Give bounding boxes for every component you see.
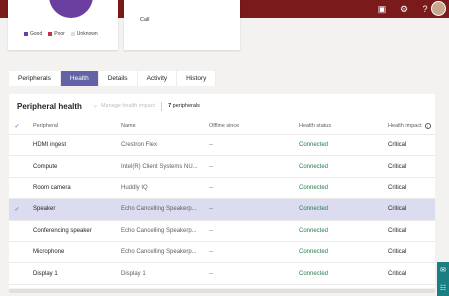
column-header-peripheral[interactable]: Peripheral [33, 118, 113, 134]
column-header-name[interactable]: Name [121, 118, 206, 134]
impact-header-label: Health impact [388, 123, 422, 129]
table-row[interactable]: ✓ Speaker Echo Cancelling Speakerp... -- Con… [9, 199, 435, 221]
column-header-health-status[interactable]: Health status [299, 118, 379, 134]
tab-activity[interactable]: Activity [137, 71, 178, 86]
legend-swatch [24, 31, 28, 36]
cell-peripheral: Display 1 [33, 270, 58, 277]
cell-health-impact: Critical [388, 142, 407, 149]
health-summary-card: Good Poor Unknown [8, 0, 118, 50]
cell-health-status: Connected [299, 249, 329, 256]
cell-health-impact: Critical [388, 163, 407, 170]
peripheral-health-panel: Peripheral health ▿ Manage health impact… [9, 94, 435, 288]
cell-name: Echo Cancelling Speakerp... [121, 227, 197, 234]
cell-peripheral: Microphone [33, 249, 65, 256]
cell-peripheral: Conferencing speaker [33, 227, 92, 234]
cell-offline-since: -- [209, 270, 213, 277]
tab-peripherals[interactable]: Peripherals [9, 71, 61, 86]
cell-peripheral: Compute [33, 163, 58, 170]
cell-health-impact: Critical [388, 227, 407, 234]
column-header-health-impact[interactable]: Health impact i [388, 118, 434, 134]
cell-peripheral: HDMI ingest [33, 142, 67, 149]
table-row[interactable]: Conferencing speaker Echo Cancelling Spea… [9, 221, 435, 242]
cell-health-status: Connected [299, 227, 329, 234]
gear-icon[interactable]: ⚙ [397, 2, 411, 16]
cell-health-status: Connected [299, 184, 329, 191]
chat-icon[interactable]: ✉ [437, 262, 449, 280]
info-icon[interactable]: i [424, 123, 431, 129]
count-number: 7 [168, 103, 172, 109]
calendar-icon[interactable]: ▣ [375, 2, 389, 16]
tab-details[interactable]: Details [98, 71, 138, 86]
peripheral-table: ✓ Peripheral Name Offline since Health s… [9, 118, 435, 285]
row-checkbox[interactable] [12, 135, 22, 155]
cell-name: Huddly IQ [121, 184, 148, 191]
cell-health-impact: Critical [388, 206, 407, 213]
call-summary-card: Call [124, 0, 240, 50]
cell-name: Intel(R) Client Systems NU... [121, 163, 198, 170]
count-text: peripherals [172, 103, 200, 109]
cell-peripheral: Speaker [33, 206, 56, 213]
select-all-checkbox[interactable]: ✓ [12, 118, 22, 134]
cell-health-impact: Critical [388, 270, 407, 277]
cell-offline-since: -- [209, 142, 213, 149]
donut-legend: Good Poor Unknown [24, 31, 98, 37]
call-label: Call [140, 17, 150, 23]
cell-offline-since: -- [209, 206, 213, 213]
cell-name: Echo Cancelling Speakerp... [121, 249, 197, 256]
help-icon[interactable]: ? [418, 2, 432, 16]
legend-label: Poor [54, 31, 65, 37]
manage-health-impact-button[interactable]: ▿ Manage health impact [94, 103, 155, 110]
legend-swatch [48, 31, 53, 36]
row-checkbox[interactable] [12, 263, 22, 283]
cell-health-status: Connected [299, 206, 329, 213]
tab-history[interactable]: History [177, 71, 217, 86]
row-checkbox[interactable]: ✓ [12, 199, 22, 219]
table-row[interactable]: Microphone Echo Cancelling Speakerp... -- C… [9, 242, 435, 264]
peripheral-count: 7 peripherals [168, 103, 200, 109]
tab-health[interactable]: Health [60, 71, 99, 86]
health-donut-chart [49, 0, 93, 18]
cell-name: Crestron Flex [121, 142, 158, 149]
legend-item-good: Good [24, 31, 42, 37]
legend-item-unknown: Unknown [70, 31, 98, 37]
cell-peripheral: Room camera [33, 184, 71, 191]
cell-offline-since: -- [209, 184, 213, 191]
table-row[interactable]: Room camera Huddly IQ -- Connected Critical [9, 178, 435, 200]
tab-bar: Peripherals Health Details Activity Hist… [9, 71, 217, 86]
cell-name: Display 1 [121, 270, 146, 277]
cell-name: Echo Cancelling Speakerp... [121, 206, 197, 213]
cell-health-impact: Critical [388, 184, 407, 191]
feedback-icon[interactable]: ☷ [437, 280, 449, 296]
cell-health-status: Connected [299, 270, 329, 277]
cell-offline-since: -- [209, 227, 213, 234]
avatar[interactable] [431, 1, 446, 16]
row-checkbox[interactable] [12, 178, 22, 198]
legend-label: Unknown [76, 31, 98, 37]
cell-offline-since: -- [209, 163, 213, 170]
table-header: ✓ Peripheral Name Offline since Health s… [9, 118, 435, 135]
divider [161, 101, 163, 111]
filter-icon: ▿ [93, 103, 97, 110]
table-row[interactable]: Compute Intel(R) Client Systems NU... -- Co… [9, 156, 435, 178]
cell-health-status: Connected [299, 142, 329, 149]
table-row[interactable]: HDMI ingest Crestron Flex -- Connected Criti… [9, 135, 435, 157]
table-row[interactable]: Display 1 Display 1 -- Connected Critical [9, 263, 435, 285]
cell-health-status: Connected [299, 163, 329, 170]
row-checkbox[interactable] [12, 156, 22, 176]
panel-header: Peripheral health ▿ Manage health impact… [17, 100, 200, 112]
legend-swatch [70, 31, 75, 36]
legend-item-poor: Poor [48, 31, 65, 37]
panel-title: Peripheral health [17, 101, 82, 111]
horizontal-scrollbar[interactable] [9, 289, 435, 293]
row-checkbox[interactable] [12, 221, 22, 241]
column-header-offline-since[interactable]: Offline since [209, 118, 289, 134]
cell-offline-since: -- [209, 249, 213, 256]
cell-health-impact: Critical [388, 249, 407, 256]
manage-label: Manage health impact [100, 103, 156, 109]
row-checkbox[interactable] [12, 242, 22, 262]
legend-label: Good [30, 31, 43, 37]
